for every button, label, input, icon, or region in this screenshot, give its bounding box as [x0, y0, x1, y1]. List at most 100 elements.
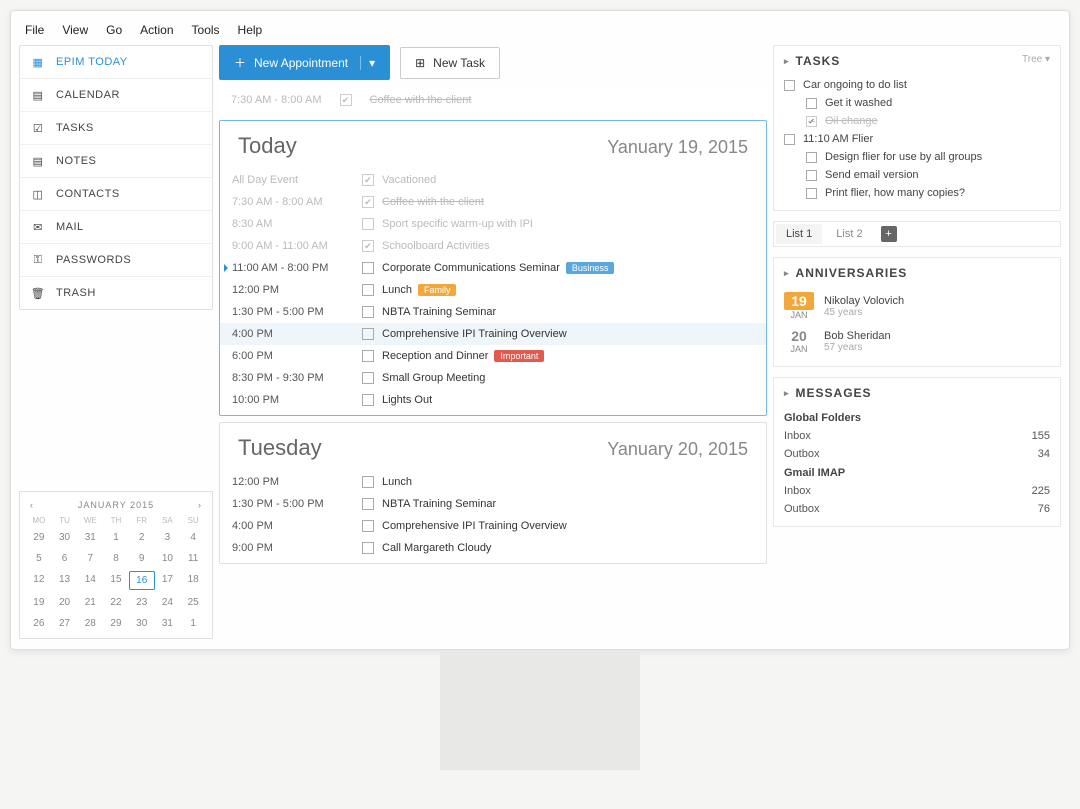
mini-cal-day[interactable]: 26 — [26, 615, 52, 632]
mini-cal-day[interactable]: 19 — [26, 594, 52, 611]
event-row[interactable]: All Day Event ✔ Vacationed — [220, 169, 766, 191]
menu-tools[interactable]: Tools — [192, 23, 220, 37]
event-checkbox[interactable] — [362, 476, 374, 488]
sidebar-item-epim-today[interactable]: ▦ EPIM TODAY — [20, 46, 212, 79]
mini-cal-day[interactable]: 6 — [52, 550, 78, 567]
event-checkbox[interactable] — [362, 262, 374, 274]
mini-cal-day[interactable]: 8 — [103, 550, 129, 567]
mini-cal-day[interactable]: 1 — [180, 615, 206, 632]
event-checkbox[interactable] — [362, 218, 374, 230]
task-checkbox[interactable] — [784, 134, 795, 145]
mini-cal-day[interactable]: 29 — [103, 615, 129, 632]
menu-view[interactable]: View — [62, 23, 88, 37]
mini-cal-day[interactable]: 30 — [52, 529, 78, 546]
event-row[interactable]: 4:00 PM Comprehensive IPI Training Overv… — [220, 323, 766, 345]
mini-cal-day[interactable]: 14 — [77, 571, 103, 590]
mini-cal-prev[interactable]: ‹ — [30, 500, 34, 510]
chevron-down-icon[interactable]: ▾ — [360, 56, 375, 70]
task-item[interactable]: Get it washed — [784, 94, 1050, 112]
event-checkbox[interactable] — [362, 328, 374, 340]
task-checkbox[interactable] — [806, 152, 817, 163]
event-row[interactable]: 12:00 PM LunchFamily — [220, 279, 766, 301]
mini-cal-day[interactable]: 12 — [26, 571, 52, 590]
event-row[interactable]: 10:00 PM Lights Out — [220, 389, 766, 411]
task-item[interactable]: Design flier for use by all groups — [784, 148, 1050, 166]
sidebar-item-notes[interactable]: ▤ NOTES — [20, 145, 212, 178]
event-checkbox[interactable] — [362, 542, 374, 554]
task-checkbox[interactable]: ✔ — [806, 116, 817, 127]
mini-cal-day[interactable]: 2 — [129, 529, 155, 546]
mini-cal-day[interactable]: 13 — [52, 571, 78, 590]
event-checkbox[interactable]: ✔ — [362, 174, 374, 186]
mini-cal-day[interactable]: 9 — [129, 550, 155, 567]
event-row[interactable]: 8:30 AM Sport specific warm-up with IPI — [220, 213, 766, 235]
event-checkbox[interactable] — [362, 284, 374, 296]
mini-cal-day[interactable]: 11 — [180, 550, 206, 567]
event-checkbox[interactable] — [362, 520, 374, 532]
mini-cal-day[interactable]: 29 — [26, 529, 52, 546]
event-row[interactable]: 12:00 PM Lunch — [220, 471, 766, 493]
tab-list-1[interactable]: List 1 — [776, 224, 822, 244]
event-row[interactable]: 11:00 AM - 8:00 PM Corporate Communicati… — [220, 257, 766, 279]
mini-cal-day[interactable]: 22 — [103, 594, 129, 611]
sidebar-item-passwords[interactable]: ⚿ PASSWORDS — [20, 244, 212, 277]
sidebar-item-trash[interactable]: 🗑 TRASH — [20, 277, 212, 309]
anniversary-item[interactable]: 20JAN Bob Sheridan 57 years — [784, 324, 1050, 358]
event-checkbox[interactable] — [362, 306, 374, 318]
task-checkbox[interactable] — [806, 188, 817, 199]
sidebar-item-tasks[interactable]: ☑ TASKS — [20, 112, 212, 145]
event-checkbox[interactable] — [362, 394, 374, 406]
anniversary-item[interactable]: 19JAN Nikolay Volovich 45 years — [784, 288, 1050, 324]
mini-cal-day[interactable]: 7 — [77, 550, 103, 567]
new-task-button[interactable]: ⊞ New Task — [400, 47, 500, 79]
mini-cal-day[interactable]: 24 — [155, 594, 181, 611]
new-appointment-button[interactable]: ＋ New Appointment ▾ — [219, 45, 390, 80]
event-row[interactable]: 1:30 PM - 5:00 PM NBTA Training Seminar — [220, 301, 766, 323]
mini-cal-day[interactable]: 3 — [155, 529, 181, 546]
task-item[interactable]: ✔ Oil change — [784, 112, 1050, 130]
mini-cal-next[interactable]: › — [198, 500, 202, 510]
sidebar-item-contacts[interactable]: ◫ CONTACTS — [20, 178, 212, 211]
task-checkbox[interactable] — [806, 170, 817, 181]
event-checkbox[interactable]: ✔ — [362, 240, 374, 252]
sidebar-item-mail[interactable]: ✉ MAIL — [20, 211, 212, 244]
event-row[interactable]: 1:30 PM - 5:00 PM NBTA Training Seminar — [220, 493, 766, 515]
mini-cal-day[interactable]: 31 — [77, 529, 103, 546]
menu-help[interactable]: Help — [238, 23, 263, 37]
sidebar-item-calendar[interactable]: ▤ CALENDAR — [20, 79, 212, 112]
mini-cal-day[interactable]: 15 — [103, 571, 129, 590]
message-folder[interactable]: Outbox 76 — [784, 500, 1050, 518]
mini-cal-day[interactable]: 28 — [77, 615, 103, 632]
mini-cal-day[interactable]: 21 — [77, 594, 103, 611]
mini-cal-day[interactable]: 1 — [103, 529, 129, 546]
message-group[interactable]: Gmail IMAP — [784, 463, 1050, 482]
event-checkbox[interactable]: ✔ — [362, 196, 374, 208]
task-item[interactable]: Print flier, how many copies? — [784, 184, 1050, 202]
mini-cal-day[interactable]: 18 — [180, 571, 206, 590]
mini-cal-day[interactable]: 5 — [26, 550, 52, 567]
menu-action[interactable]: Action — [140, 23, 173, 37]
mini-cal-day[interactable]: 20 — [52, 594, 78, 611]
menu-file[interactable]: File — [25, 23, 44, 37]
mini-cal-day[interactable]: 16 — [129, 571, 155, 590]
tasks-view-mode[interactable]: Tree ▾ — [1022, 54, 1050, 65]
mini-cal-day[interactable]: 23 — [129, 594, 155, 611]
mini-cal-day[interactable]: 31 — [155, 615, 181, 632]
event-checkbox[interactable] — [362, 372, 374, 384]
event-checkbox[interactable] — [362, 498, 374, 510]
event-row[interactable]: 6:00 PM Reception and DinnerImportant — [220, 345, 766, 367]
event-row[interactable]: 7:30 AM - 8:00 AM ✔ Coffee with the clie… — [220, 191, 766, 213]
task-checkbox[interactable] — [806, 98, 817, 109]
mini-cal-day[interactable]: 4 — [180, 529, 206, 546]
message-folder[interactable]: Inbox 225 — [784, 482, 1050, 500]
event-checkbox[interactable] — [362, 350, 374, 362]
pinned-checkbox[interactable]: ✔ — [340, 94, 352, 106]
message-folder[interactable]: Outbox 34 — [784, 445, 1050, 463]
tab-list-2[interactable]: List 2 — [826, 224, 872, 244]
task-item[interactable]: Car ongoing to do list — [784, 76, 1050, 94]
mini-cal-day[interactable]: 27 — [52, 615, 78, 632]
event-row[interactable]: 9:00 PM Call Margareth Cloudy — [220, 537, 766, 559]
mini-cal-day[interactable]: 25 — [180, 594, 206, 611]
menu-go[interactable]: Go — [106, 23, 122, 37]
tab-add-button[interactable]: + — [881, 226, 897, 242]
